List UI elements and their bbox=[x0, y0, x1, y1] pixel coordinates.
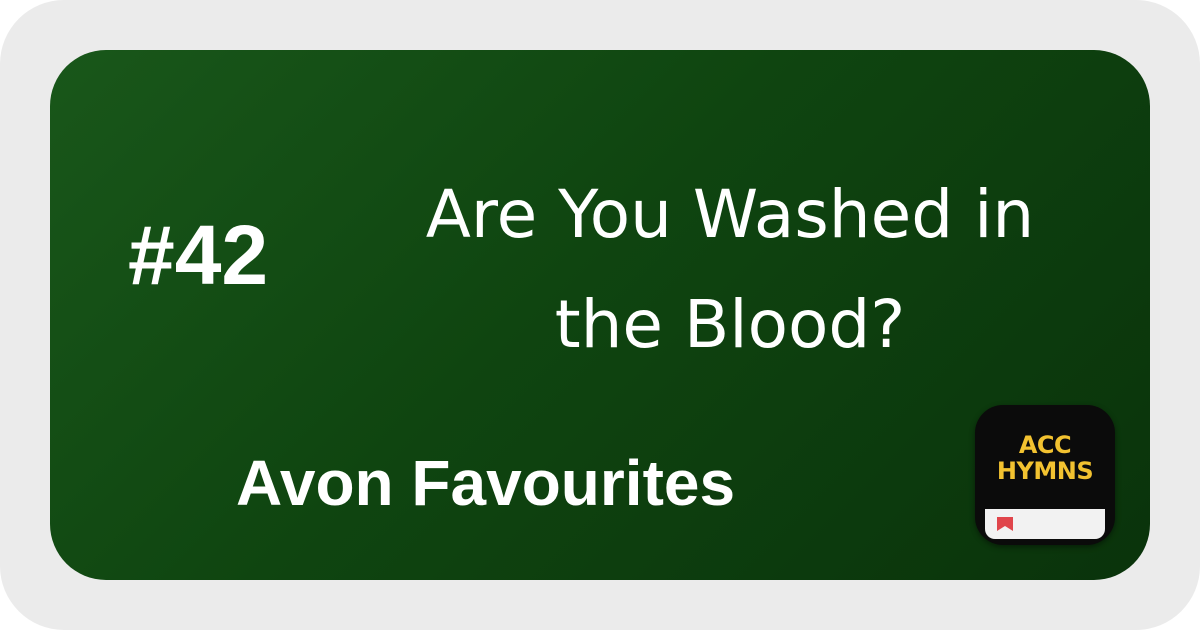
hymn-card: #42 Are You Washed in the Blood? Avon Fa… bbox=[50, 50, 1150, 580]
app-icon-line1: ACC bbox=[1018, 431, 1072, 459]
hymn-title: Are You Washed in the Blood? bbox=[425, 176, 1035, 363]
hymn-collection: Avon Favourites bbox=[236, 447, 736, 519]
bookmark-ribbon-icon bbox=[997, 517, 1013, 531]
hymn-number: #42 bbox=[128, 208, 269, 302]
acc-hymns-app-icon: ACC HYMNS bbox=[975, 405, 1115, 545]
share-card-frame: #42 Are You Washed in the Blood? Avon Fa… bbox=[0, 0, 1200, 630]
app-icon-line2: HYMNS bbox=[996, 457, 1094, 485]
